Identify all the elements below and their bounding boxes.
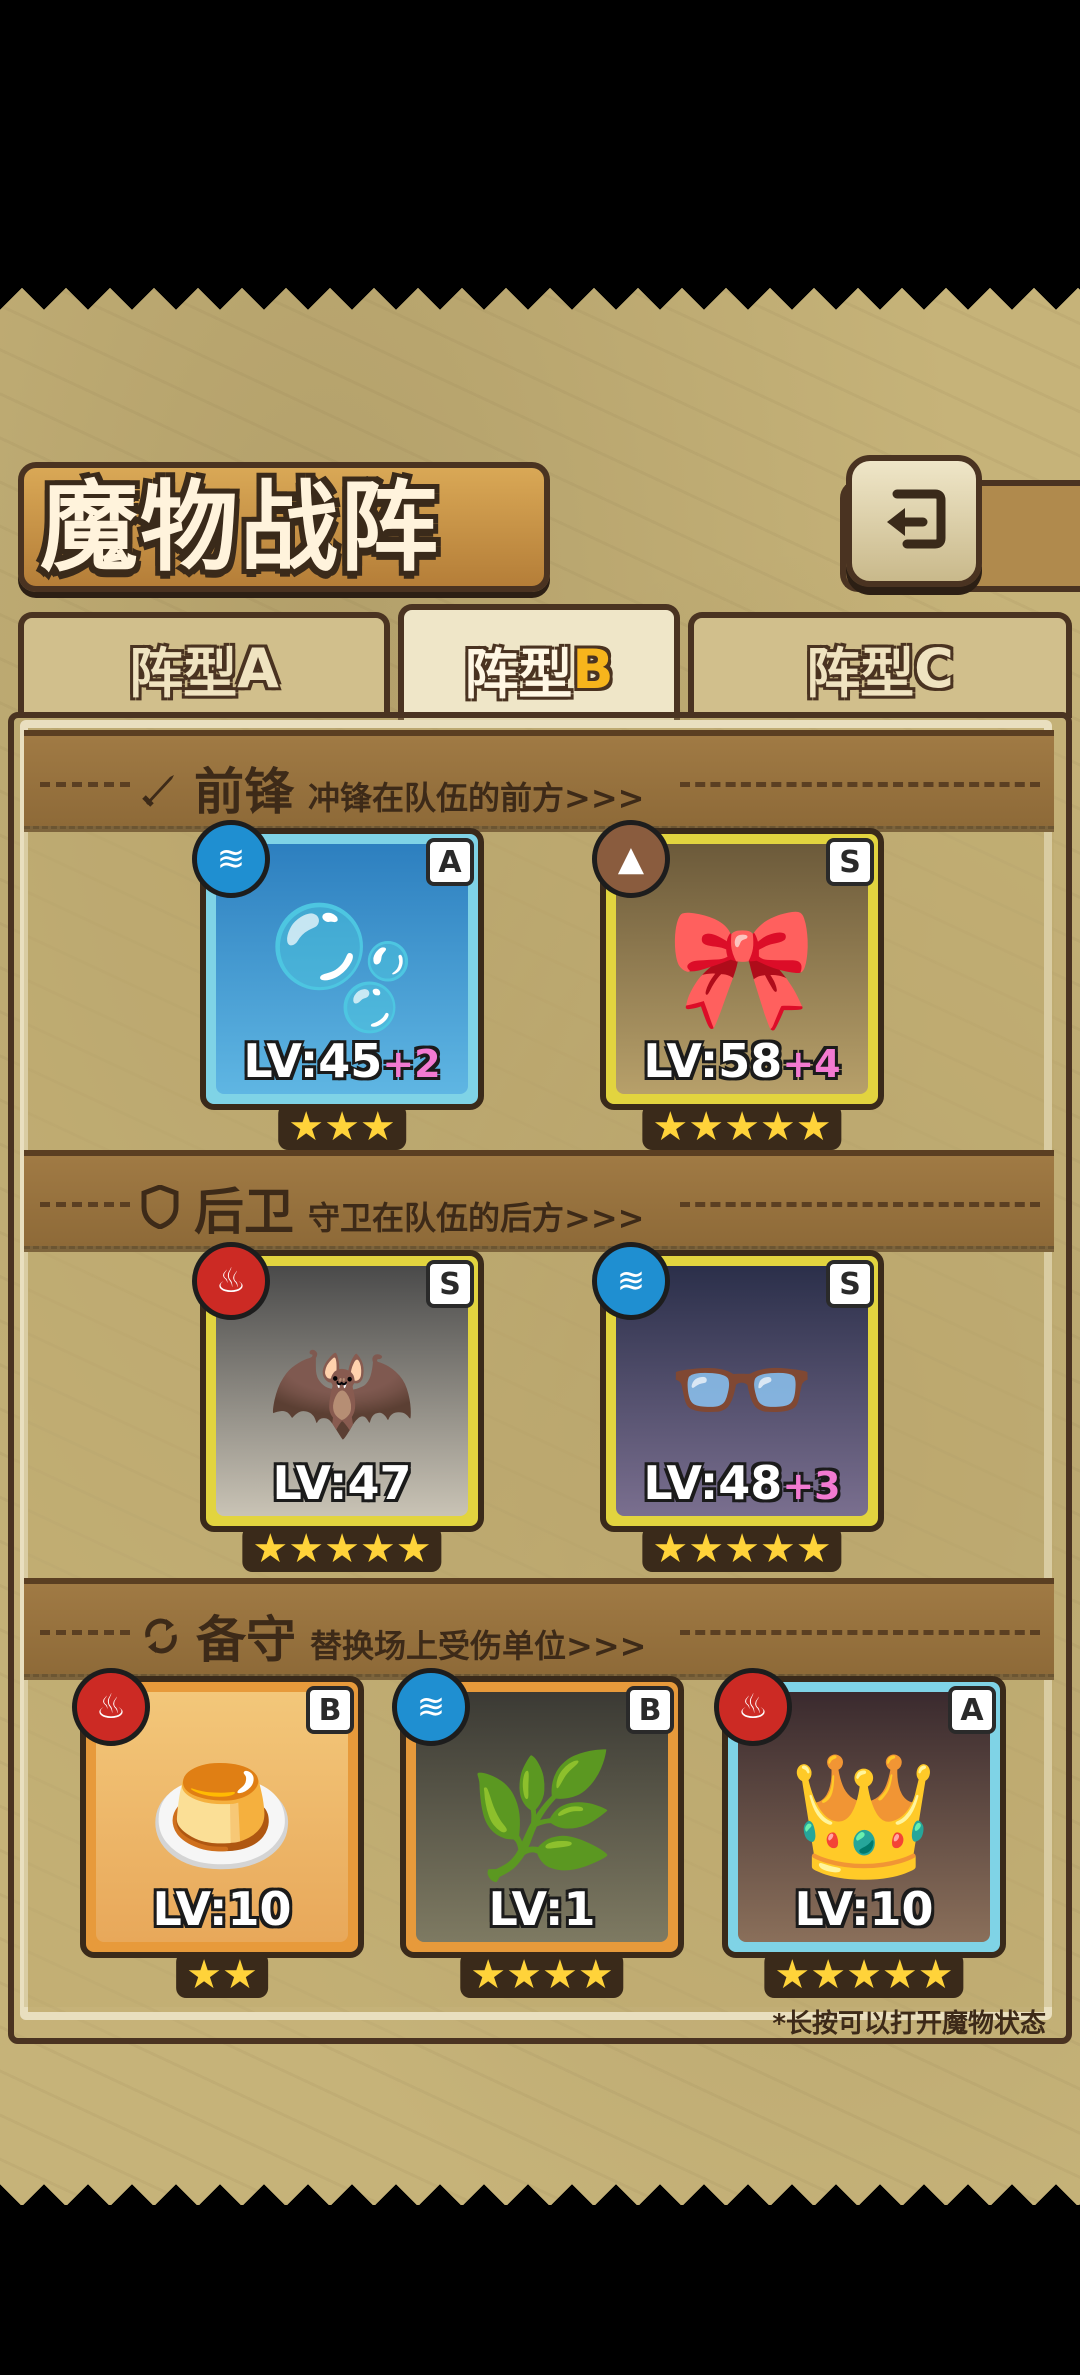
unit-level: LV:10 — [152, 1882, 292, 1936]
unit-card[interactable]: 🫧 LV:45+2 A ≋ ★★★ — [192, 820, 484, 1150]
back-button[interactable] — [846, 455, 982, 587]
unit-level: LV:47 — [272, 1456, 412, 1510]
fire-element-icon: ♨ — [714, 1668, 792, 1746]
section-desc: 替换场上受伤单位>>> — [310, 1627, 647, 1665]
tab-letter: B — [572, 637, 614, 701]
unit-card[interactable]: 👑 LV:10 A ♨ ★★★★★ — [714, 1668, 1006, 1998]
tab-letter: A — [237, 636, 279, 700]
water-element-icon: ≋ — [392, 1668, 470, 1746]
section-title-reserve: 备守 替换场上受伤单位>>> — [140, 1600, 646, 1672]
rank-badge: S — [426, 1260, 474, 1308]
section-desc: 守卫在队伍的后方>>> — [308, 1199, 645, 1237]
torn-edge-bottom — [0, 2162, 1080, 2206]
rank-badge: B — [626, 1686, 674, 1734]
section-name: 前锋 — [194, 763, 294, 821]
unit-level: LV:48+3 — [643, 1456, 841, 1510]
dash-right — [680, 1630, 1040, 1635]
unit-card[interactable]: 🌿 LV:1 B ≋ ★★★★ — [392, 1668, 684, 1998]
section-desc: 冲锋在队伍的前方>>> — [308, 779, 645, 817]
unit-card[interactable]: 🍮 LV:10 B ♨ ★★ — [72, 1668, 364, 1998]
shield-icon — [140, 1184, 180, 1240]
water-element-icon: ≋ — [592, 1242, 670, 1320]
star-rating: ★★★★★ — [642, 1526, 842, 1572]
unit-level: LV:45+2 — [243, 1034, 441, 1088]
earth-element-icon: ▲ — [592, 820, 670, 898]
unit-level: LV:1 — [488, 1882, 596, 1936]
sword-icon — [140, 769, 180, 820]
unit-card[interactable]: 👓 LV:48+3 S ≋ ★★★★★ — [592, 1242, 884, 1572]
unit-level: LV:10 — [794, 1882, 934, 1936]
unit-level: LV:58+4 — [643, 1034, 841, 1088]
tab-letter: C — [914, 636, 954, 700]
tab-formation-b[interactable]: 阵型 B — [398, 604, 680, 728]
rank-badge: B — [306, 1686, 354, 1734]
star-rating: ★★★ — [278, 1104, 406, 1150]
hint-text: *长按可以打开魔物状态 — [772, 2009, 1046, 2039]
page-title: 魔物战阵 — [40, 471, 441, 585]
star-rating: ★★ — [176, 1952, 268, 1998]
dash-right — [680, 1202, 1040, 1207]
rank-badge: S — [826, 1260, 874, 1308]
rank-badge: A — [948, 1686, 996, 1734]
section-title-vanguard: 前锋 冲锋在队伍的前方>>> — [140, 752, 644, 824]
section-name: 后卫 — [194, 1183, 294, 1241]
rank-badge: A — [426, 838, 474, 886]
tab-label: 阵型 — [129, 641, 238, 705]
tab-label: 阵型 — [806, 641, 915, 705]
fire-element-icon: ♨ — [192, 1242, 270, 1320]
torn-edge-top — [0, 288, 1080, 332]
dash-left — [40, 782, 130, 787]
unit-card[interactable]: 🦇 LV:47 S ♨ ★★★★★ — [192, 1242, 484, 1572]
dash-left — [40, 1202, 130, 1207]
star-rating: ★★★★ — [460, 1952, 624, 1998]
dash-right — [680, 782, 1040, 787]
fire-element-icon: ♨ — [72, 1668, 150, 1746]
rank-badge: S — [826, 838, 874, 886]
tab-formation-c[interactable]: 阵型 C — [688, 612, 1072, 718]
star-rating: ★★★★★ — [764, 1952, 964, 1998]
tab-formation-a[interactable]: 阵型 A — [18, 612, 390, 718]
unit-card[interactable]: 🎀 LV:58+4 S ▲ ★★★★★ — [592, 820, 884, 1150]
vanguard-row — [24, 826, 1054, 1189]
section-name: 备守 — [196, 1611, 296, 1669]
back-arrow-icon — [877, 482, 951, 560]
star-rating: ★★★★★ — [642, 1104, 842, 1150]
water-element-icon: ≋ — [192, 820, 270, 898]
tab-label: 阵型 — [464, 642, 573, 706]
rearguard-row — [24, 1246, 1054, 1609]
star-rating: ★★★★★ — [242, 1526, 442, 1572]
section-title-rearguard: 后卫 守卫在队伍的后方>>> — [140, 1172, 644, 1244]
swap-icon — [140, 1615, 182, 1668]
dash-left — [40, 1630, 130, 1635]
